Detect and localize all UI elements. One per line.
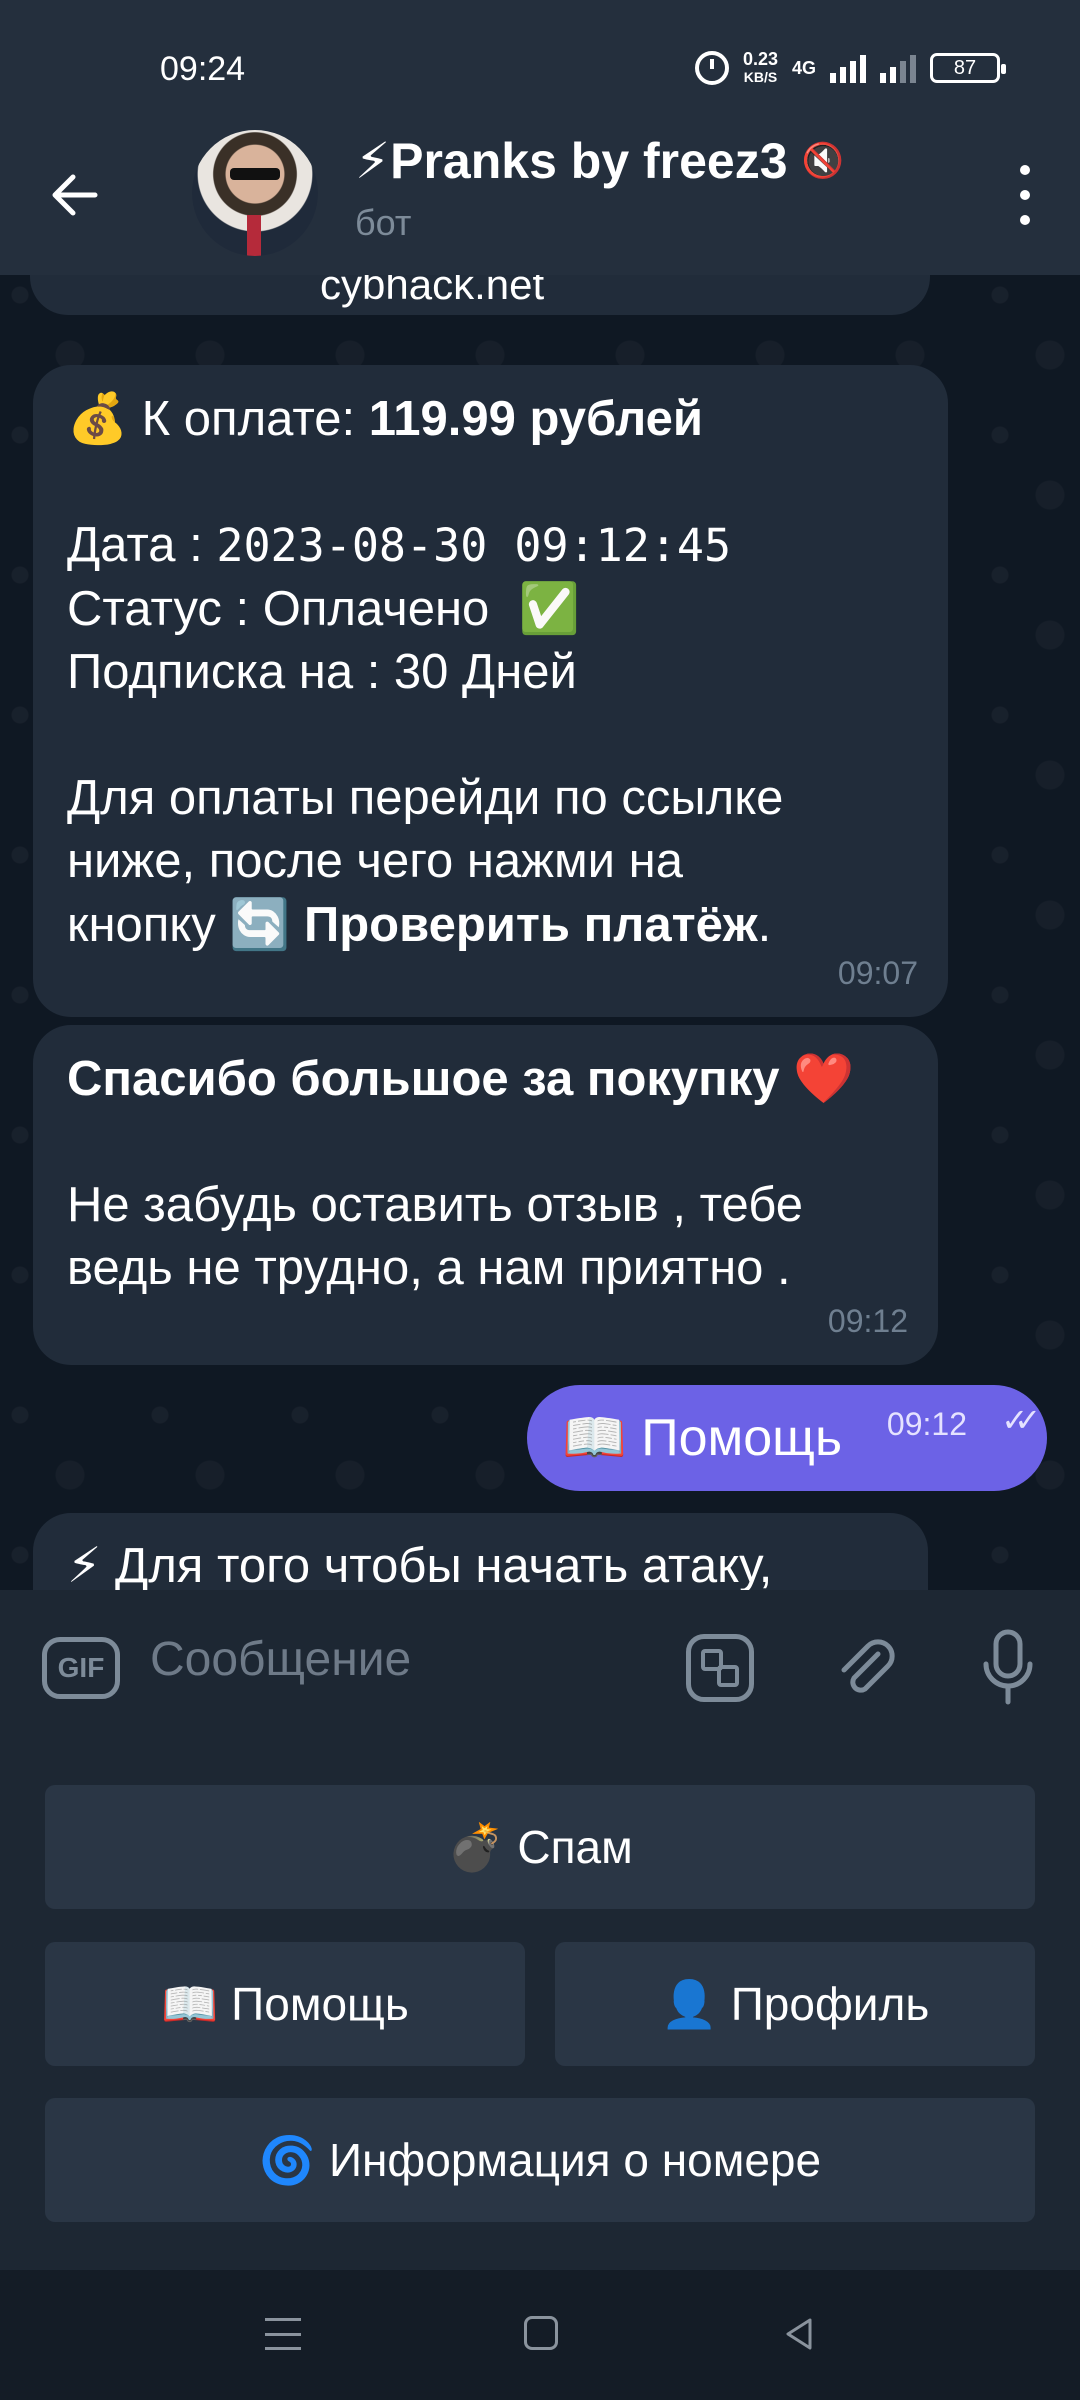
refresh-icon: 🔄 (229, 896, 291, 953)
back-arrow-icon[interactable] (45, 165, 105, 225)
message-partial: cybhack.net (30, 275, 930, 315)
signal-2-icon (880, 53, 916, 83)
microphone-icon[interactable] (978, 1628, 1038, 1708)
bot-menu-icon[interactable] (686, 1634, 754, 1702)
heart-icon: ❤️ (793, 1050, 855, 1107)
money-bag-icon: 💰 (67, 390, 129, 447)
help-button[interactable]: 📖 Помощь (45, 1942, 525, 2066)
spam-button[interactable]: 💣 Спам (45, 1785, 1035, 1909)
message-time: 09:12 (827, 1303, 908, 1339)
payment-message[interactable]: 💰 К оплате: 119.99 рублей Дата : 2023-08… (33, 365, 948, 1017)
gif-icon[interactable]: GIF (42, 1637, 120, 1699)
system-nav-bar (0, 2270, 1080, 2400)
chat-header: ⚡Pranks by freez3 🔇 бот (0, 110, 1080, 275)
chat-subtitle: бот (355, 202, 412, 243)
battery-icon: 87 (930, 53, 1006, 83)
mute-icon: 🔇 (801, 142, 844, 180)
message-time: 09:12 (886, 1406, 967, 1442)
message-time: 09:07 (837, 955, 918, 991)
chat-title[interactable]: ⚡Pranks by freez3 🔇 (355, 132, 844, 190)
home-icon[interactable] (524, 2316, 558, 2350)
status-indicators: 0.23 KB/S 4G 87 (694, 49, 1006, 86)
signal-icon (830, 53, 866, 83)
payment-date-line: Дата : 2023-08-30 09:12:45 (67, 518, 732, 572)
number-info-button[interactable]: 🌀 Информация о номере (45, 2098, 1035, 2222)
more-menu-icon[interactable] (1010, 165, 1040, 225)
profile-button[interactable]: 👤 Профиль (555, 1942, 1035, 2066)
alarm-icon (694, 51, 729, 85)
check-mark-icon: ✅ (518, 580, 580, 637)
nav-back-icon[interactable] (780, 2314, 820, 2354)
status-bar: 09:24 0.23 KB/S 4G 87 (0, 0, 1080, 120)
recent-apps-icon[interactable] (265, 2318, 301, 2350)
payment-amount-line: 💰 К оплате: 119.99 рублей (67, 387, 914, 451)
attack-message[interactable]: ⚡ Для того чтобы начать атаку, (33, 1513, 928, 1590)
thanks-message[interactable]: Спасибо большое за покупку ❤️ Не забудь … (33, 1025, 938, 1365)
bot-keyboard: 💣 Спам 📖 Помощь 👤 Профиль 🌀 Информация о… (0, 1740, 1080, 2270)
message-link[interactable]: cybhack.net (320, 275, 544, 316)
network-speed: 0.23 KB/S (742, 49, 778, 85)
outgoing-message[interactable]: 📖 Помощь 09:12 ✓✓ (527, 1385, 1047, 1491)
double-check-icon: ✓✓ (1001, 1402, 1040, 1438)
payment-status-line: Статус : Оплачено ✅ (67, 577, 914, 641)
avatar[interactable] (192, 130, 318, 256)
payment-subscription-line: Подписка на : 30 Дней (67, 645, 577, 699)
message-input[interactable]: Сообщение (150, 1632, 411, 1687)
message-input-bar: GIF Сообщение (0, 1590, 1080, 1740)
status-time: 09:24 (160, 50, 246, 88)
attach-icon[interactable] (830, 1632, 900, 1702)
network-type: 4G (791, 57, 816, 78)
chat-area[interactable]: cybhack.net 💰 К оплате: 119.99 рублей Да… (0, 275, 1080, 1590)
